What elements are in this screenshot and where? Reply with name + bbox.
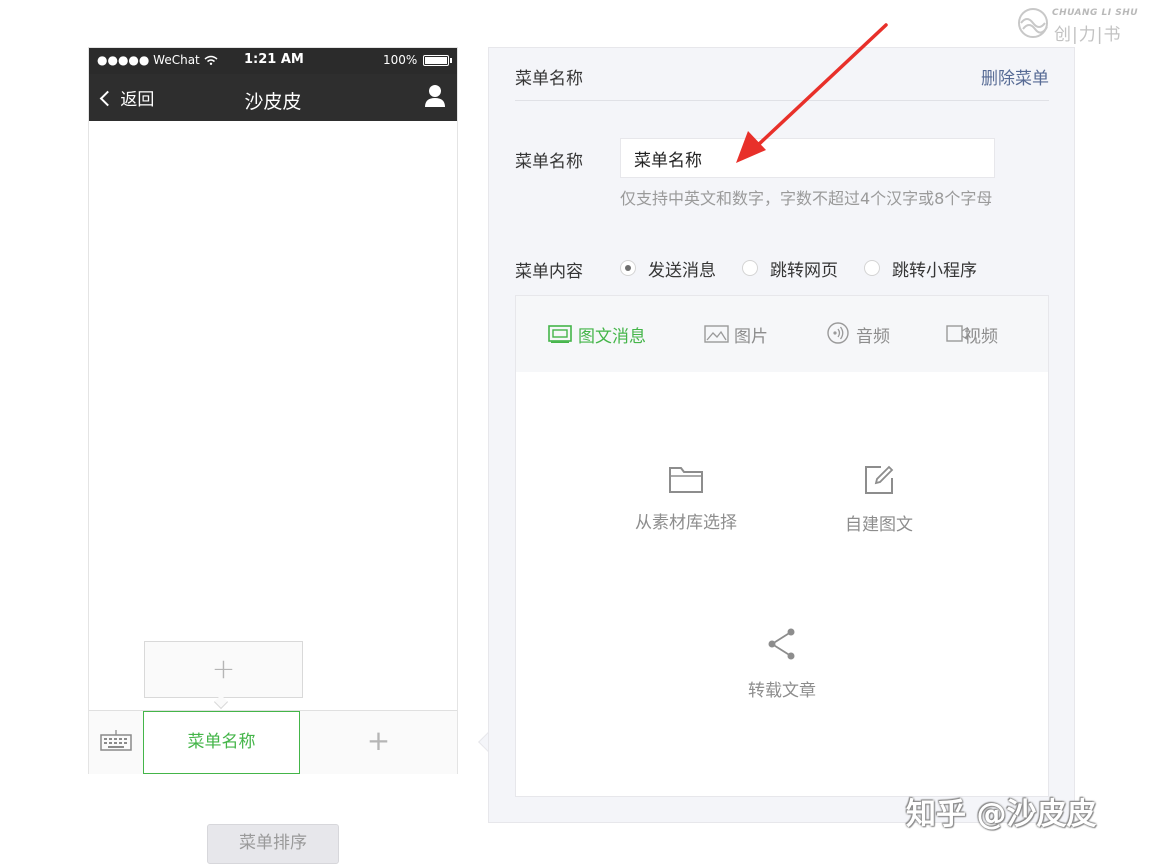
message-content-box: 图文消息 图片 音频 视频 从素材库选择 自建图文 转载文章 xyxy=(515,295,1049,797)
image-icon xyxy=(704,325,729,343)
edit-icon xyxy=(865,465,894,494)
carrier-signal: ●●●●● WeChat xyxy=(97,53,218,67)
chat-title: 沙皮皮 xyxy=(244,91,302,113)
watermark-logo: CHUANG LI SHU 创|力|书 xyxy=(1016,6,1146,45)
watermark-chinese: 创|力|书 xyxy=(1054,25,1122,45)
add-submenu-button[interactable]: + xyxy=(144,641,303,698)
delete-menu-link[interactable]: 删除菜单 xyxy=(981,64,1049,89)
battery-icon xyxy=(423,55,449,66)
custom-menu-bar: 菜单名称 + xyxy=(89,710,457,774)
menu-item-current[interactable]: 菜单名称 xyxy=(143,711,300,774)
menu-name-input[interactable] xyxy=(620,138,995,178)
create-news-button[interactable]: 自建图文 xyxy=(799,464,959,535)
menu-editor-panel: 菜单名称 删除菜单 菜单名称 仅支持中英文和数字，字数不超过4个汉字或8个字母 … xyxy=(488,47,1075,823)
user-profile-icon[interactable] xyxy=(425,84,445,108)
repost-article-label: 转载文章 xyxy=(748,681,816,701)
watermark-latin: CHUANG LI SHU xyxy=(1052,8,1139,18)
create-news-label: 自建图文 xyxy=(845,515,913,535)
radio-dot-icon xyxy=(620,260,636,276)
keyboard-icon[interactable] xyxy=(100,729,132,751)
menu-content-label: 菜单内容 xyxy=(515,262,583,282)
status-time: 1:21 AM xyxy=(244,52,304,67)
repost-article-button[interactable]: 转载文章 xyxy=(702,626,862,701)
editor-title: 菜单名称 xyxy=(515,69,583,89)
phone-preview: ●●●●● WeChat 1:21 AM 100% 返回 沙皮皮 + 菜单名称 … xyxy=(88,47,458,774)
radio-dot-icon xyxy=(742,260,758,276)
zhihu-watermark: 知乎 @沙皮皮 xyxy=(906,797,1097,832)
editor-header: 菜单名称 删除菜单 xyxy=(515,48,1049,101)
message-type-tabs: 图文消息 图片 音频 视频 xyxy=(516,296,1048,372)
wifi-icon xyxy=(204,55,218,65)
folder-icon xyxy=(669,467,703,493)
radio-dot-icon xyxy=(864,260,880,276)
plus-icon: + xyxy=(211,652,236,685)
add-menu-button[interactable]: + xyxy=(301,711,456,774)
wave-logo-icon xyxy=(1018,8,1048,38)
select-from-library-button[interactable]: 从素材库选择 xyxy=(606,464,766,533)
menu-sort-button[interactable]: 菜单排序 xyxy=(207,824,339,864)
select-from-library-label: 从素材库选择 xyxy=(635,513,737,533)
status-bar: ●●●●● WeChat 1:21 AM 100% xyxy=(89,48,457,74)
audio-icon xyxy=(827,322,849,344)
menu-name-hint: 仅支持中英文和数字，字数不超过4个汉字或8个字母 xyxy=(620,189,993,208)
share-icon xyxy=(768,628,795,660)
news-icon xyxy=(548,325,572,343)
menu-name-label: 菜单名称 xyxy=(515,152,583,172)
battery-percent: 100% xyxy=(383,53,418,67)
chat-nav-bar: 返回 沙皮皮 xyxy=(89,74,457,121)
